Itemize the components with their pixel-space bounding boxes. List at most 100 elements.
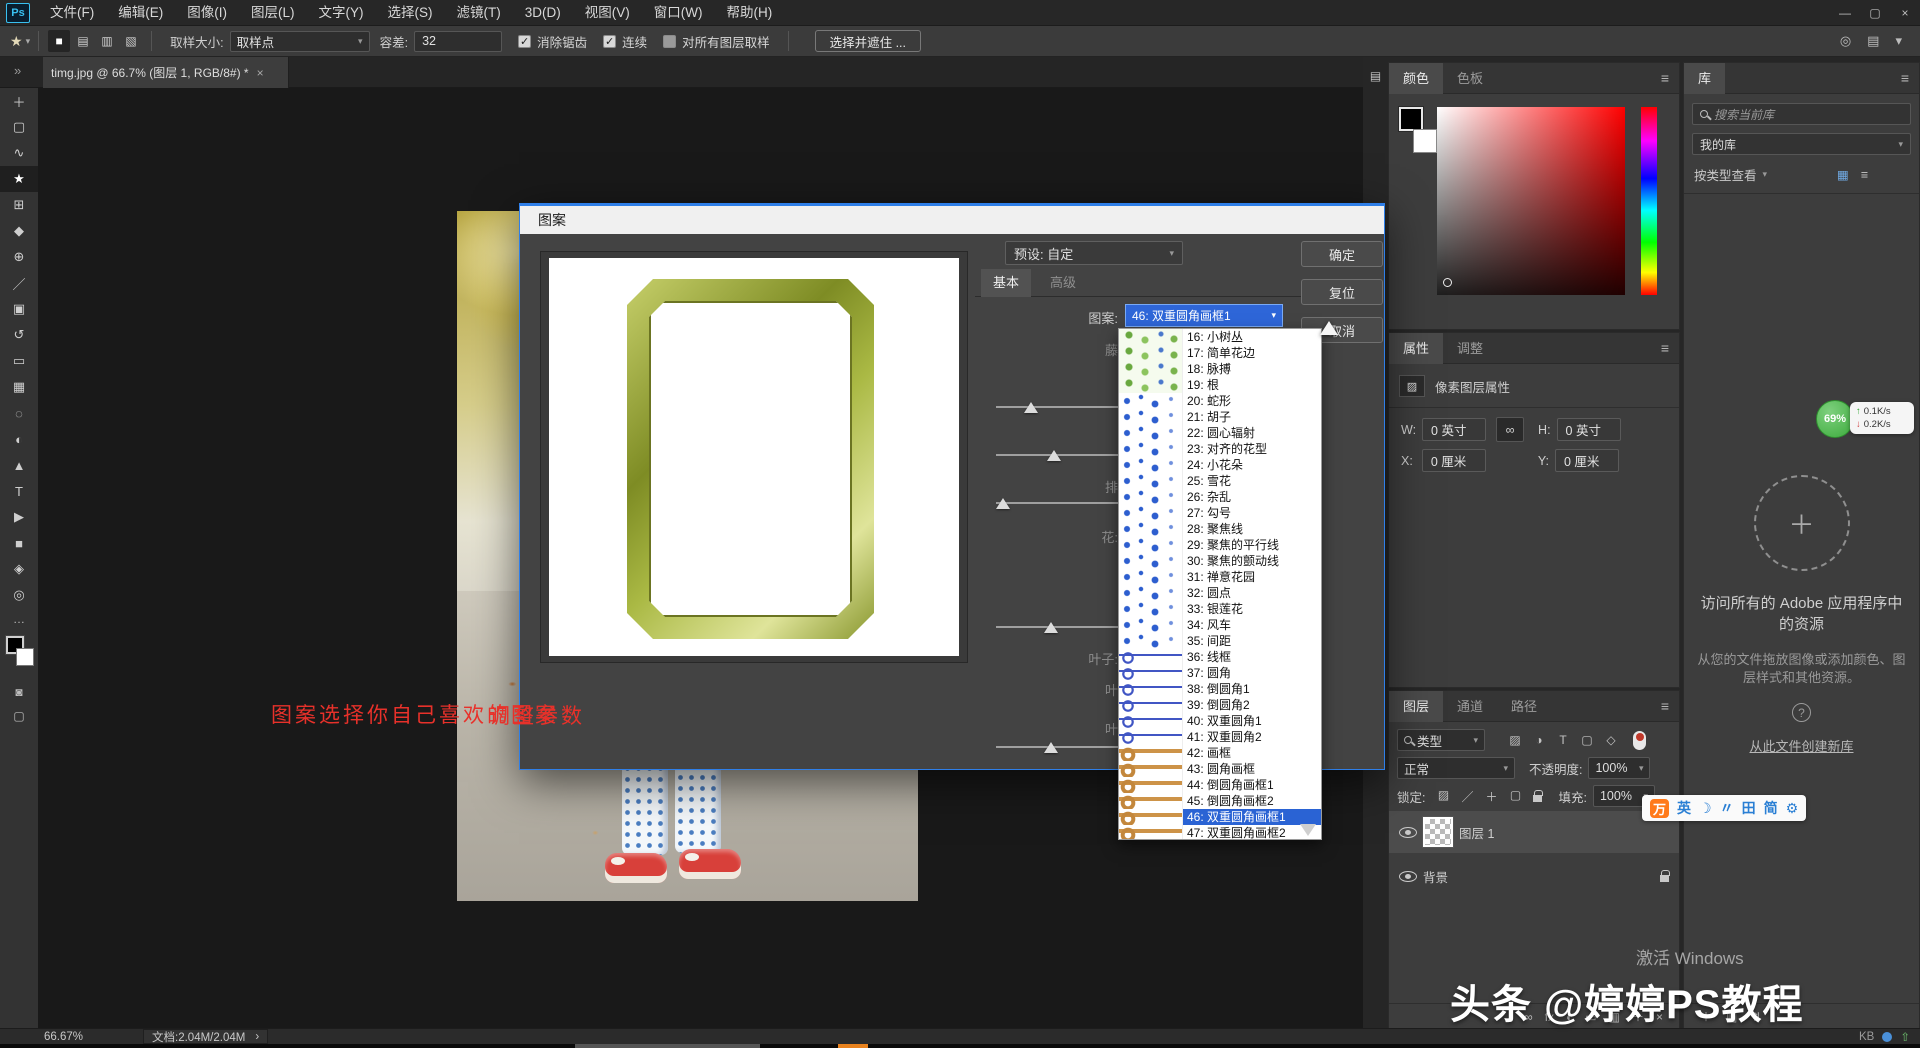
pattern-list-item[interactable]: 41: 双重圆角2	[1119, 729, 1321, 745]
pattern-list-item[interactable]: 38: 倒圆角1	[1119, 681, 1321, 697]
grid-view-icon[interactable]: ▦	[1837, 167, 1849, 182]
pattern-list-item[interactable]: 21: 胡子	[1119, 409, 1321, 425]
foreground-background-swatches[interactable]	[0, 634, 38, 680]
gradient-tool[interactable]: ▦	[0, 374, 38, 400]
pattern-list-item[interactable]: 36: 线框	[1119, 649, 1321, 665]
pattern-list-item[interactable]: 17: 简单花边	[1119, 345, 1321, 361]
document-tab[interactable]: timg.jpg @ 66.7% (图层 1, RGB/8#) * ×	[43, 57, 289, 88]
zoom-level[interactable]: 66.67%	[44, 1031, 83, 1043]
ime-icon[interactable]: 田	[1742, 798, 1756, 818]
tab-swatches[interactable]: 色板	[1443, 63, 1497, 94]
minimize-button[interactable]: —	[1830, 0, 1860, 26]
ime-icon[interactable]: 英	[1677, 798, 1691, 818]
menu-item-3D(D)[interactable]: 3D(D)	[513, 0, 573, 26]
ime-icon[interactable]: 简	[1764, 798, 1778, 818]
eyedropper-tool[interactable]: ◆	[0, 218, 38, 244]
panel-menu-icon[interactable]: ≡	[1901, 70, 1909, 86]
menu-item-窗口(W)[interactable]: 窗口(W)	[642, 0, 715, 26]
pattern-list-item[interactable]: 19: 根	[1119, 377, 1321, 393]
tab-advanced[interactable]: 高级	[1035, 269, 1091, 297]
opacity-select[interactable]: 100% ▾	[1588, 757, 1650, 779]
layer-filter-icon[interactable]: ▨	[1503, 733, 1527, 747]
menu-item-视图(V)[interactable]: 视图(V)	[573, 0, 642, 26]
options-right-icon[interactable]: ▾	[1895, 33, 1902, 49]
tab-layers[interactable]: 图层	[1389, 691, 1443, 722]
pattern-list-item[interactable]: 44: 倒圆角画框1	[1119, 777, 1321, 793]
sample-all-layers-checkbox[interactable]: 对所有图层取样	[663, 32, 770, 51]
crop-tool[interactable]: ⊞	[0, 192, 38, 218]
options-right-icon[interactable]: ◎	[1840, 33, 1851, 49]
zoom-tool[interactable]: ◎	[0, 582, 38, 608]
lock-option-icon[interactable]: ▢	[1503, 788, 1527, 805]
select-and-mask-button[interactable]: 选择并遮住 ...	[815, 30, 921, 52]
healing-brush-tool[interactable]: ⊕	[0, 244, 38, 270]
hand-tool[interactable]: ◈	[0, 556, 38, 582]
pattern-list-item[interactable]: 35: 间距	[1119, 633, 1321, 649]
eraser-tool[interactable]: ▭	[0, 348, 38, 374]
background-color-swatch[interactable]	[1413, 129, 1437, 153]
background-color-swatch[interactable]	[16, 648, 34, 666]
param-slider[interactable]	[996, 496, 1118, 510]
layer-row-selected[interactable]: 图层 1	[1389, 811, 1679, 853]
dodge-tool[interactable]: ◐	[0, 426, 38, 452]
menu-item-编辑(E)[interactable]: 编辑(E)	[106, 0, 175, 26]
tab-libraries[interactable]: 库	[1684, 63, 1725, 94]
pattern-list-item[interactable]: 29: 聚焦的平行线	[1119, 537, 1321, 553]
pattern-list-item[interactable]: 39: 倒圆角2	[1119, 697, 1321, 713]
layer-row-background[interactable]: 背景	[1389, 855, 1679, 897]
brush-tool[interactable]: ／	[0, 270, 38, 296]
menu-item-图层(L)[interactable]: 图层(L)	[239, 0, 307, 26]
link-dimensions-icon[interactable]: ∞	[1496, 417, 1524, 442]
pattern-list-item[interactable]: 20: 蛇形	[1119, 393, 1321, 409]
ime-logo-icon[interactable]: 万	[1650, 799, 1669, 818]
visibility-eye-icon[interactable]	[1399, 871, 1417, 882]
reset-button[interactable]: 复位	[1301, 279, 1383, 305]
add-asset-circle-icon[interactable]: ＋	[1754, 475, 1850, 571]
anti-alias-checkbox[interactable]: ✓ 消除锯齿	[518, 32, 587, 51]
panel-menu-icon[interactable]: ≡	[1661, 340, 1669, 356]
pattern-combo[interactable]: 46: 双重圆角画框1 ▾	[1125, 304, 1283, 327]
view-by-type-label[interactable]: 按类型查看	[1694, 165, 1757, 184]
marquee-tool[interactable]: ▢	[0, 114, 38, 140]
pattern-list-item[interactable]: 32: 圆点	[1119, 585, 1321, 601]
scroll-down-icon[interactable]	[1300, 824, 1316, 836]
selection-mode-icon[interactable]: ▧	[120, 30, 142, 52]
sample-size-select[interactable]: 取样点 ▾	[230, 31, 370, 52]
path-select-tool[interactable]: ▶	[0, 504, 38, 530]
library-select[interactable]: 我的库 ▾	[1692, 133, 1911, 155]
blur-tool[interactable]: ◌	[0, 400, 38, 426]
type-tool[interactable]: T	[0, 478, 38, 504]
collapsed-panel-icon[interactable]: ▤	[1368, 69, 1384, 83]
pattern-list-item[interactable]: 42: 画框	[1119, 745, 1321, 761]
preset-select[interactable]: 预设: 自定 ▾	[1005, 241, 1183, 265]
pattern-list-item[interactable]: 22: 圆心辐射	[1119, 425, 1321, 441]
move-tool[interactable]: ＋	[0, 88, 38, 114]
layer-filter-icon[interactable]: T	[1551, 733, 1575, 747]
ime-icon[interactable]: ⚙	[1786, 800, 1799, 817]
magic-wand-tool[interactable]: ★	[0, 166, 38, 192]
pattern-list-item[interactable]: 27: 勾号	[1119, 505, 1321, 521]
blend-mode-select[interactable]: 正常 ▾	[1397, 757, 1515, 779]
width-field[interactable]: 0 英寸	[1422, 418, 1486, 441]
selection-mode-icon[interactable]: ▤	[72, 30, 94, 52]
menu-item-图像(I)[interactable]: 图像(I)	[175, 0, 239, 26]
pattern-list-item[interactable]: 28: 聚焦线	[1119, 521, 1321, 537]
visibility-eye-icon[interactable]	[1399, 827, 1417, 838]
pattern-list-item[interactable]: 24: 小花朵	[1119, 457, 1321, 473]
pattern-list-item[interactable]: 16: 小树丛	[1119, 329, 1321, 345]
layer-filter-select[interactable]: 类型 ▾	[1397, 729, 1485, 751]
edit-toolbar-icon[interactable]: …	[0, 612, 38, 626]
history-brush-tool[interactable]: ↺	[0, 322, 38, 348]
current-tool-chip[interactable]: ★ ▾	[10, 33, 30, 50]
pattern-list-item[interactable]: 40: 双重圆角1	[1119, 713, 1321, 729]
layer-name[interactable]: 图层 1	[1459, 823, 1494, 842]
layer-filter-icon[interactable]: ◇	[1599, 733, 1623, 747]
layer-thumbnail[interactable]	[1423, 817, 1453, 847]
document-size-indicator[interactable]: 文档:2.04M/2.04M ›	[143, 1029, 268, 1044]
pattern-list-item[interactable]: 25: 雪花	[1119, 473, 1321, 489]
pattern-list-item[interactable]: 31: 禅意花园	[1119, 569, 1321, 585]
pattern-list-item[interactable]: 18: 脉搏	[1119, 361, 1321, 377]
lock-icon[interactable]	[1533, 795, 1542, 802]
selection-mode-icon[interactable]: ▥	[96, 30, 118, 52]
height-field[interactable]: 0 英寸	[1557, 418, 1621, 441]
